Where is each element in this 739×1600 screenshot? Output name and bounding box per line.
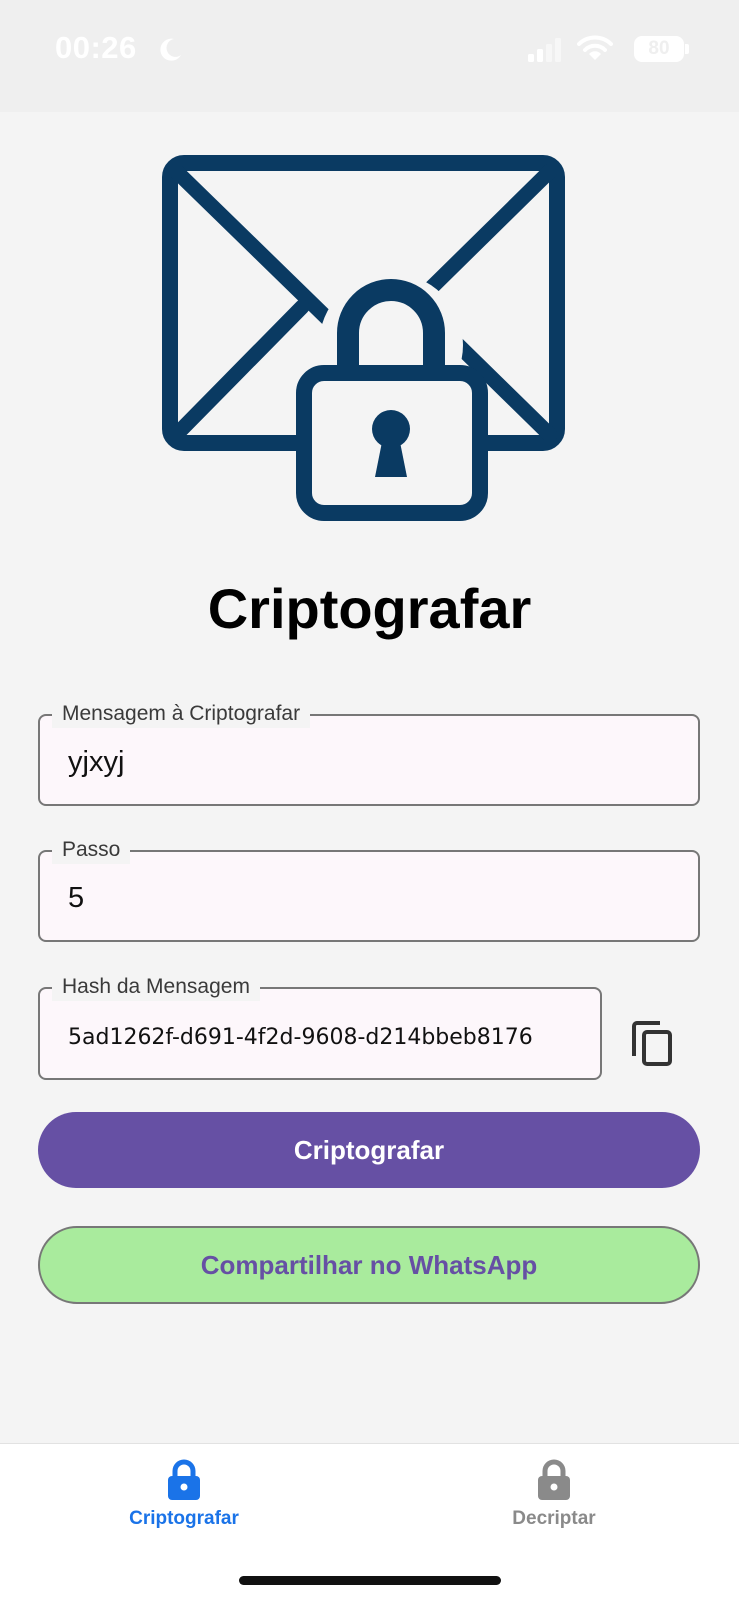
message-field[interactable]: Mensagem à Criptografar yjxyj [38, 700, 700, 806]
tab-encrypt[interactable]: Criptografar [54, 1444, 314, 1554]
whatsapp-share-button[interactable]: Compartilhar no WhatsApp [38, 1226, 700, 1304]
tab-decrypt-label: Decriptar [512, 1508, 596, 1529]
encrypt-button[interactable]: Criptografar [38, 1112, 700, 1188]
home-indicator [239, 1576, 501, 1585]
envelope-lock-icon [162, 155, 565, 521]
message-field-label: Mensagem à Criptografar [52, 700, 311, 728]
tab-encrypt-label: Criptografar [129, 1508, 239, 1529]
hash-value[interactable]: 5ad1262f-d691-4f2d-9608-d214bbeb8176 [68, 1023, 588, 1053]
hash-field-label: Hash da Mensagem [52, 973, 260, 1001]
wifi-icon [577, 35, 613, 60]
tab-bar: Criptografar Decriptar [0, 1443, 739, 1600]
hash-field[interactable]: Hash da Mensagem 5ad1262f-d691-4f2d-9608… [38, 973, 602, 1080]
message-input[interactable]: yjxyj [68, 746, 124, 779]
step-field[interactable]: Passo 5 [38, 836, 700, 942]
lock-icon [538, 1459, 570, 1500]
lock-icon [168, 1459, 200, 1500]
step-input[interactable]: 5 [68, 882, 84, 915]
copy-icon[interactable] [630, 1020, 674, 1068]
battery-icon: 80 [634, 36, 684, 62]
moon-icon [160, 38, 181, 61]
tab-decrypt[interactable]: Decriptar [424, 1444, 684, 1554]
signal-icon [528, 38, 561, 62]
battery-tip [685, 44, 689, 54]
status-bar: 00:26 80 [0, 0, 739, 112]
page-title: Criptografar [207, 577, 532, 640]
step-field-label: Passo [52, 836, 131, 864]
status-time: 00:26 [55, 30, 137, 65]
